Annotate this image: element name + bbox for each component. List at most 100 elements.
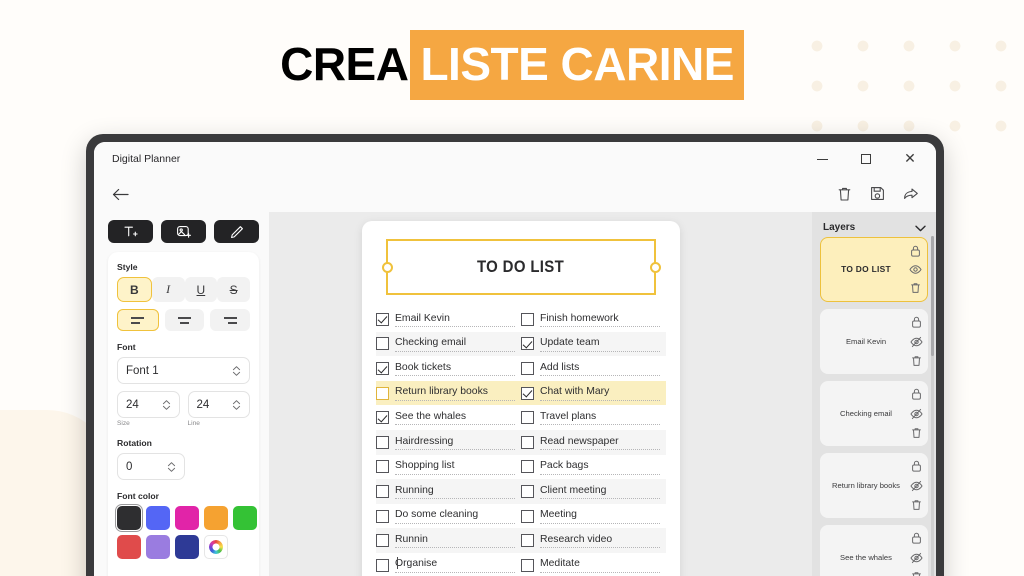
eye-off-icon[interactable] <box>910 552 923 564</box>
layer-card[interactable]: Return library books <box>820 453 928 518</box>
todo-checkbox[interactable] <box>376 484 389 498</box>
color-swatch-blue[interactable] <box>146 506 170 530</box>
trash-icon[interactable] <box>911 427 922 439</box>
todo-item-left[interactable]: Book tickets <box>376 361 521 377</box>
color-swatch-magenta[interactable] <box>175 506 199 530</box>
resize-handle-left[interactable] <box>381 261 393 273</box>
todo-checkbox[interactable] <box>521 337 534 351</box>
todo-checkbox[interactable] <box>376 312 389 326</box>
line-height-stepper[interactable]: 24 <box>187 391 250 418</box>
lock-icon[interactable] <box>911 388 922 400</box>
color-picker-button[interactable] <box>204 535 228 559</box>
layer-card[interactable]: Checking email <box>820 381 928 446</box>
trash-icon[interactable] <box>837 186 854 203</box>
eye-icon[interactable] <box>909 264 922 275</box>
todo-checkbox[interactable] <box>376 386 389 400</box>
todo-item-left[interactable]: Email Kevin <box>376 312 521 328</box>
trash-icon[interactable] <box>911 499 922 511</box>
bold-button[interactable]: B <box>117 277 152 302</box>
todo-item-right[interactable]: Chat with Mary <box>521 385 666 401</box>
layer-card[interactable]: Email Kevin <box>820 309 928 374</box>
todo-row[interactable]: Shopping list Pack bags <box>376 455 666 480</box>
todo-checkbox[interactable] <box>521 484 534 498</box>
todo-checkbox[interactable] <box>521 411 534 425</box>
todo-checkbox[interactable] <box>521 361 534 375</box>
todo-item-right[interactable]: Meditate <box>521 557 666 573</box>
todo-checkbox[interactable] <box>521 435 534 449</box>
todo-item-left[interactable]: Return library books <box>376 385 521 401</box>
rotation-stepper[interactable]: 0 <box>117 453 185 480</box>
lock-icon[interactable] <box>911 460 922 472</box>
todo-row[interactable]: Checking email Update team <box>376 331 666 357</box>
todo-row[interactable]: See the whales Travel plans <box>376 405 666 430</box>
todo-checkbox[interactable] <box>376 435 389 449</box>
add-image-tool[interactable] <box>161 220 206 243</box>
align-left-button[interactable] <box>117 309 159 331</box>
todo-item-left[interactable]: Shopping list <box>376 459 521 475</box>
trash-icon[interactable] <box>911 571 922 576</box>
eye-off-icon[interactable] <box>910 480 923 492</box>
todo-item-right[interactable]: Update team <box>521 336 666 352</box>
close-button[interactable]: ✕ <box>888 142 932 176</box>
align-center-button[interactable] <box>164 309 205 331</box>
todo-item-right[interactable]: Pack bags <box>521 459 666 475</box>
eye-off-icon[interactable] <box>910 336 923 348</box>
todo-checkbox[interactable] <box>376 411 389 425</box>
align-right-button[interactable] <box>210 309 251 331</box>
todo-checkbox[interactable] <box>521 558 534 572</box>
title-selection-frame[interactable]: TO DO LIST <box>381 239 661 295</box>
todo-checkbox[interactable] <box>376 361 389 375</box>
todo-row[interactable]: Book tickets Add lists <box>376 356 666 381</box>
layers-scrollbar[interactable] <box>931 236 934 576</box>
todo-checkbox[interactable] <box>376 509 389 523</box>
todo-item-left[interactable]: See the whales <box>376 410 521 426</box>
todo-checkbox[interactable] <box>521 312 534 326</box>
draw-tool[interactable] <box>214 220 259 243</box>
todo-row[interactable]: Organise Meditate <box>376 553 666 576</box>
todo-row[interactable]: Return library books Chat with Mary <box>376 380 666 406</box>
todo-item-left[interactable]: Organise <box>376 557 521 573</box>
todo-row[interactable]: Running Client meeting <box>376 479 666 504</box>
todo-item-left[interactable]: Running <box>376 484 521 500</box>
back-arrow-icon[interactable] <box>110 184 130 204</box>
strikethrough-button[interactable]: S <box>217 277 250 302</box>
add-text-tool[interactable] <box>108 220 153 243</box>
color-swatch-dark[interactable] <box>114 503 144 533</box>
todo-row[interactable]: Do some cleaning Meeting <box>376 504 666 529</box>
todo-item-right[interactable]: Meeting <box>521 508 666 524</box>
todo-item-right[interactable]: Client meeting <box>521 484 666 500</box>
todo-item-right[interactable]: Research video <box>521 533 666 549</box>
layers-panel-header[interactable]: Layers <box>820 218 928 237</box>
todo-item-right[interactable]: Add lists <box>521 361 666 377</box>
color-swatch-orange[interactable] <box>204 506 228 530</box>
color-swatch-navy[interactable] <box>175 535 199 559</box>
todo-item-left[interactable]: Runnin <box>376 533 521 549</box>
color-swatch-red[interactable] <box>117 535 141 559</box>
lock-icon[interactable] <box>910 245 921 257</box>
todo-item-right[interactable]: Travel plans <box>521 410 666 426</box>
todo-item-left[interactable]: Hairdressing <box>376 435 521 451</box>
todo-checkbox[interactable] <box>376 460 389 474</box>
todo-item-left[interactable]: Do some cleaning <box>376 508 521 524</box>
todo-checkbox[interactable] <box>376 337 389 351</box>
todo-row[interactable]: Email Kevin Finish homework <box>376 307 666 332</box>
share-icon[interactable] <box>903 186 920 203</box>
todo-checkbox[interactable] <box>521 509 534 523</box>
trash-icon[interactable] <box>910 282 921 294</box>
resize-handle-right[interactable] <box>649 261 661 273</box>
todo-row[interactable]: Hairdressing Read newspaper <box>376 429 666 455</box>
color-swatch-purple[interactable] <box>146 535 170 559</box>
maximize-button[interactable] <box>844 142 888 176</box>
font-family-select[interactable]: Font 1 <box>117 357 250 384</box>
todo-checkbox[interactable] <box>521 460 534 474</box>
todo-item-left[interactable]: Checking email <box>376 336 521 352</box>
italic-button[interactable]: I <box>151 277 185 302</box>
eye-off-icon[interactable] <box>910 408 923 420</box>
todo-checkbox[interactable] <box>376 558 389 572</box>
todo-row[interactable]: Runnin Research video <box>376 528 666 553</box>
lock-icon[interactable] <box>911 316 922 328</box>
todo-item-right[interactable]: Read newspaper <box>521 435 666 451</box>
todo-checkbox[interactable] <box>521 386 534 400</box>
save-icon[interactable] <box>870 186 887 203</box>
todo-checkbox[interactable] <box>521 534 534 548</box>
